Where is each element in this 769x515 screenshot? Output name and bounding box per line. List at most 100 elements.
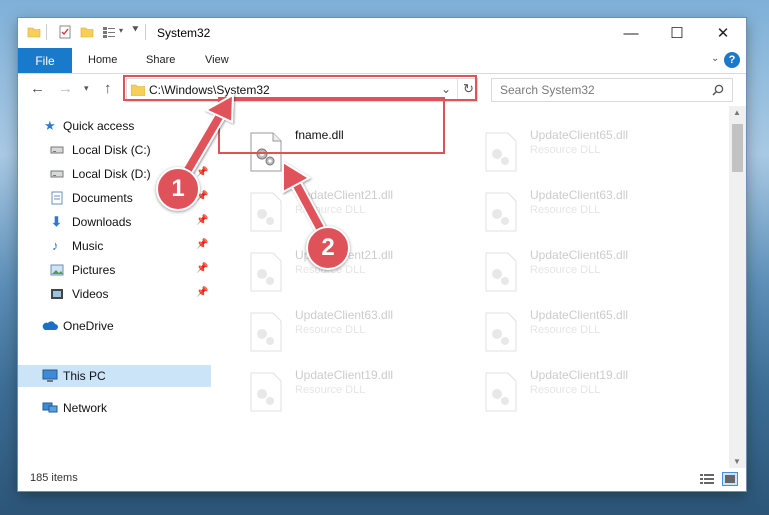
file-item[interactable]: UpdateClient65.dll Resource DLL <box>476 246 686 298</box>
vertical-scrollbar[interactable]: ▲ ▼ <box>729 106 746 468</box>
dll-file-icon <box>485 192 517 232</box>
sidebar-item-label: Local Disk (C:) <box>72 143 151 157</box>
sidebar-item-label: Network <box>63 401 108 415</box>
file-name: UpdateClient65.dll <box>530 248 629 262</box>
maximize-button[interactable]: ☐ <box>654 18 700 48</box>
sidebar-item-label: Local Disk (D:) <box>72 167 151 181</box>
dll-file-icon <box>250 372 282 412</box>
expand-ribbon-icon[interactable]: ⌄ <box>711 53 719 64</box>
search-placeholder: Search System32 <box>500 83 595 97</box>
drive-icon <box>50 170 64 178</box>
scroll-up-icon[interactable]: ▲ <box>733 108 741 117</box>
music-icon: ♪ <box>52 238 59 253</box>
back-icon[interactable]: ← <box>30 80 45 97</box>
tab-share[interactable]: Share <box>146 54 175 66</box>
file-type: Resource DLL <box>295 204 366 216</box>
sidebar-item-local-disk-c[interactable]: Local Disk (C:) 📌 <box>18 139 211 161</box>
sidebar-item-label: This PC <box>63 369 106 383</box>
search-input[interactable]: Search System32 <box>491 78 733 102</box>
file-item[interactable]: UpdateClient19.dll Resource DLL <box>241 366 451 418</box>
onedrive-icon <box>42 321 58 330</box>
sidebar-item-quick-access[interactable]: ★ Quick access <box>18 115 211 137</box>
dll-file-icon <box>250 252 282 292</box>
large-icons-view-icon[interactable] <box>722 472 738 486</box>
up-icon[interactable]: ↑ <box>104 80 112 97</box>
pin-icon: 📌 <box>196 167 209 178</box>
sidebar-item-label: Pictures <box>72 263 116 277</box>
file-highlight-box <box>218 97 445 154</box>
pin-icon: 📌 <box>196 263 209 274</box>
new-folder-icon[interactable] <box>80 25 94 39</box>
documents-icon <box>51 191 63 205</box>
help-button[interactable]: ? <box>724 52 740 68</box>
forward-icon[interactable]: → <box>58 80 73 97</box>
title-bar: ▾ ⯆ System32 — ☐ ✕ <box>18 18 746 48</box>
dll-file-icon <box>485 132 517 172</box>
scrollbar-thumb[interactable] <box>732 124 743 172</box>
sidebar-item-music[interactable]: ♪ Music 📌 <box>18 235 211 257</box>
folder-icon[interactable] <box>27 25 41 39</box>
sidebar-item-downloads[interactable]: ⬇ Downloads 📌 <box>18 211 211 233</box>
sidebar-item-label: OneDrive <box>63 319 114 333</box>
tab-file[interactable]: File <box>18 48 72 73</box>
minimize-button[interactable]: — <box>608 18 654 48</box>
properties-icon[interactable] <box>58 25 72 39</box>
sidebar-item-pictures[interactable]: Pictures 📌 <box>18 259 211 281</box>
chevron-down-icon[interactable]: ▾ <box>119 26 123 35</box>
pin-icon: 📌 <box>196 215 209 226</box>
file-name: UpdateClient19.dll <box>295 368 394 382</box>
file-type: Resource DLL <box>530 144 601 156</box>
file-list: fname.dll UpdateClient65.dll Resource DL… <box>231 106 731 468</box>
file-item[interactable]: UpdateClient21.dll Resource DLL <box>241 186 451 238</box>
details-view-icon[interactable] <box>700 473 714 485</box>
scroll-down-icon[interactable]: ▼ <box>733 457 741 466</box>
pin-icon: 📌 <box>196 143 209 154</box>
file-name: UpdateClient63.dll <box>530 188 629 202</box>
dll-file-icon <box>485 252 517 292</box>
sidebar-item-label: Downloads <box>72 215 132 229</box>
star-icon: ★ <box>44 118 56 133</box>
sidebar-item-network[interactable]: Network <box>18 397 211 419</box>
file-item[interactable]: UpdateClient63.dll Resource DLL <box>476 186 686 238</box>
tab-view[interactable]: View <box>205 54 229 66</box>
ribbon: File Home Share View ⌄ ? <box>18 48 746 74</box>
file-type: Resource DLL <box>530 324 601 336</box>
pin-icon: 📌 <box>196 287 209 298</box>
file-name: UpdateClient65.dll <box>530 128 629 142</box>
file-type: Resource DLL <box>530 204 601 216</box>
step-badge-2: 2 <box>306 226 350 270</box>
file-item[interactable]: UpdateClient19.dll Resource DLL <box>476 366 686 418</box>
file-item[interactable]: UpdateClient65.dll Resource DLL <box>476 126 686 178</box>
file-type: Resource DLL <box>295 324 366 336</box>
drive-icon <box>50 146 64 154</box>
pictures-icon <box>50 264 64 276</box>
sidebar-item-this-pc[interactable]: This PC <box>18 365 211 387</box>
file-name: UpdateClient63.dll <box>295 308 394 322</box>
close-button[interactable]: ✕ <box>700 18 746 48</box>
item-count: 185 items <box>30 472 78 484</box>
sidebar-item-label: Videos <box>72 287 109 301</box>
downloads-icon: ⬇ <box>51 214 62 229</box>
customize-toolbar-icon[interactable]: ⯆ <box>131 24 140 37</box>
explorer-window: ▾ ⯆ System32 — ☐ ✕ File Home Share View … <box>18 18 746 491</box>
dll-file-icon <box>250 312 282 352</box>
file-item[interactable]: UpdateClient65.dll Resource DLL <box>476 306 686 358</box>
search-icon <box>712 84 724 96</box>
sidebar-item-label: Music <box>72 239 104 253</box>
file-name: UpdateClient19.dll <box>530 368 629 382</box>
videos-icon <box>51 289 63 299</box>
view-options-icon[interactable] <box>102 25 116 39</box>
sidebar-item-videos[interactable]: Videos 📌 <box>18 283 211 305</box>
tab-home[interactable]: Home <box>88 54 117 66</box>
computer-icon <box>42 369 58 382</box>
step-badge-1: 1 <box>156 167 200 211</box>
sidebar-item-label: Quick access <box>63 119 135 133</box>
separator <box>46 24 47 40</box>
window-title: System32 <box>157 26 211 40</box>
sidebar-item-onedrive[interactable]: OneDrive <box>18 315 211 337</box>
file-name: UpdateClient65.dll <box>530 308 629 322</box>
file-item[interactable]: UpdateClient63.dll Resource DLL <box>241 306 451 358</box>
sidebar-item-label: Documents <box>72 191 133 205</box>
recent-locations-icon[interactable]: ▾ <box>84 83 89 94</box>
dll-file-icon <box>485 312 517 352</box>
